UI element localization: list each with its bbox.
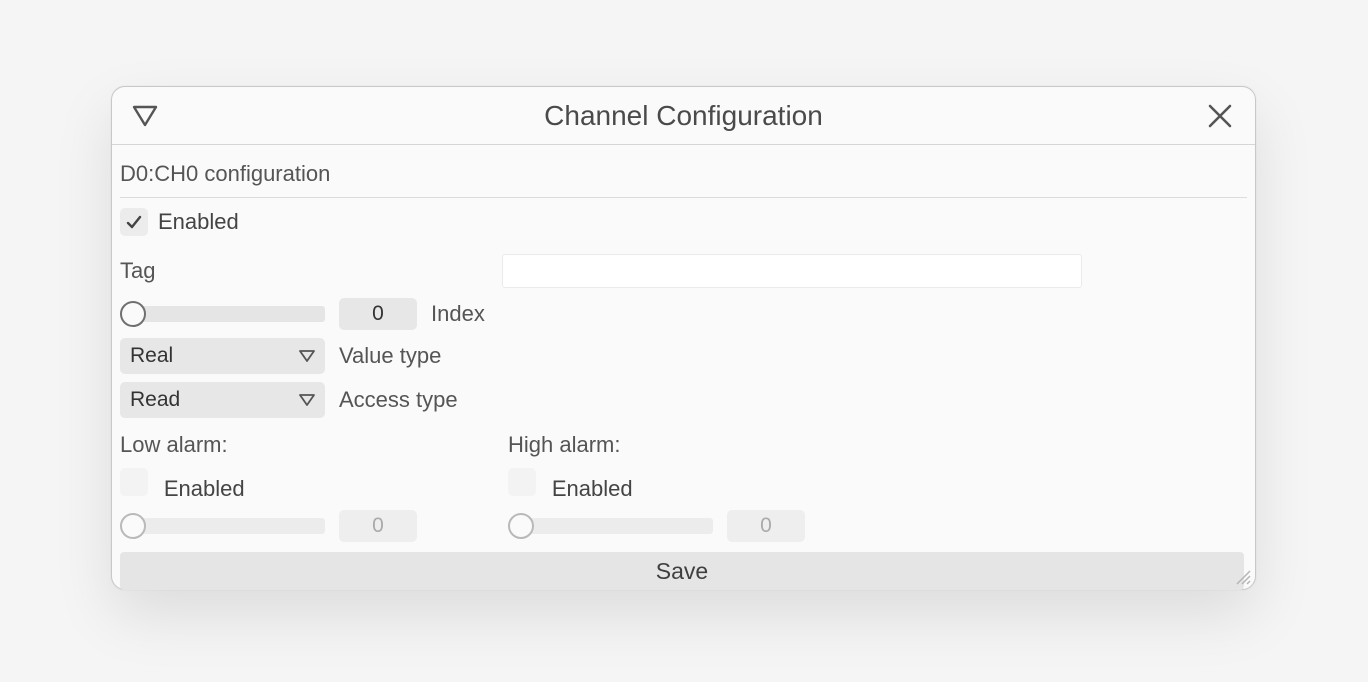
high-alarm-header-col: High alarm: (508, 432, 896, 458)
high-alarm-slider (508, 511, 713, 541)
alarm-enable-row: Enabled Enabled (120, 468, 1247, 502)
low-alarm-slider (120, 511, 325, 541)
tag-input[interactable] (502, 254, 1082, 288)
window-title: Channel Configuration (544, 100, 823, 132)
value-type-selected: Real (130, 344, 173, 368)
resize-grip-icon[interactable] (1233, 567, 1251, 585)
save-button[interactable]: Save (120, 552, 1244, 590)
chevron-down-icon (299, 394, 315, 406)
low-alarm-enabled-checkbox[interactable] (120, 468, 148, 496)
high-alarm-enabled-label: Enabled (552, 476, 633, 501)
channel-config-window: Channel Configuration D0:CH0 configurati… (111, 86, 1256, 590)
high-alarm-slider-col: 0 (508, 510, 896, 542)
access-type-label: Access type (339, 387, 458, 413)
collapse-triangle-icon[interactable] (132, 103, 158, 129)
close-icon[interactable] (1207, 103, 1233, 129)
low-alarm-value: 0 (339, 510, 417, 542)
enabled-label: Enabled (158, 209, 239, 235)
enabled-row: Enabled (120, 208, 1247, 236)
subtitle: D0:CH0 configuration (120, 155, 1247, 198)
value-type-label: Value type (339, 343, 441, 369)
index-value[interactable]: 0 (339, 298, 417, 330)
high-alarm-enabled-checkbox[interactable] (508, 468, 536, 496)
titlebar: Channel Configuration (112, 87, 1255, 145)
alarm-headers: Low alarm: High alarm: (120, 432, 1247, 458)
value-type-select[interactable]: Real (120, 338, 325, 374)
tag-row: Tag (120, 254, 1247, 288)
low-alarm-slider-col: 0 (120, 510, 508, 542)
high-alarm-enable-col: Enabled (508, 468, 896, 502)
chevron-down-icon (299, 350, 315, 362)
index-label: Index (431, 301, 485, 327)
slider-thumb (508, 513, 534, 539)
slider-thumb[interactable] (120, 301, 146, 327)
enabled-checkbox[interactable] (120, 208, 148, 236)
content-area: D0:CH0 configuration Enabled Tag 0 Index (112, 145, 1255, 590)
access-type-selected: Read (130, 388, 180, 412)
access-type-row: Read Access type (120, 382, 1247, 418)
check-icon (125, 213, 143, 231)
low-alarm-header-col: Low alarm: (120, 432, 508, 458)
tag-label: Tag (120, 258, 502, 284)
value-type-row: Real Value type (120, 338, 1247, 374)
slider-track (136, 306, 325, 322)
slider-thumb (120, 513, 146, 539)
index-row: 0 Index (120, 298, 1247, 330)
low-alarm-enabled-label: Enabled (164, 476, 245, 501)
low-alarm-header: Low alarm: (120, 432, 228, 457)
high-alarm-value: 0 (727, 510, 805, 542)
access-type-select[interactable]: Read (120, 382, 325, 418)
low-alarm-enable-col: Enabled (120, 468, 508, 502)
alarm-sliders-row: 0 0 (120, 510, 1247, 542)
slider-track (524, 518, 713, 534)
index-slider[interactable] (120, 299, 325, 329)
slider-track (136, 518, 325, 534)
high-alarm-header: High alarm: (508, 432, 620, 457)
